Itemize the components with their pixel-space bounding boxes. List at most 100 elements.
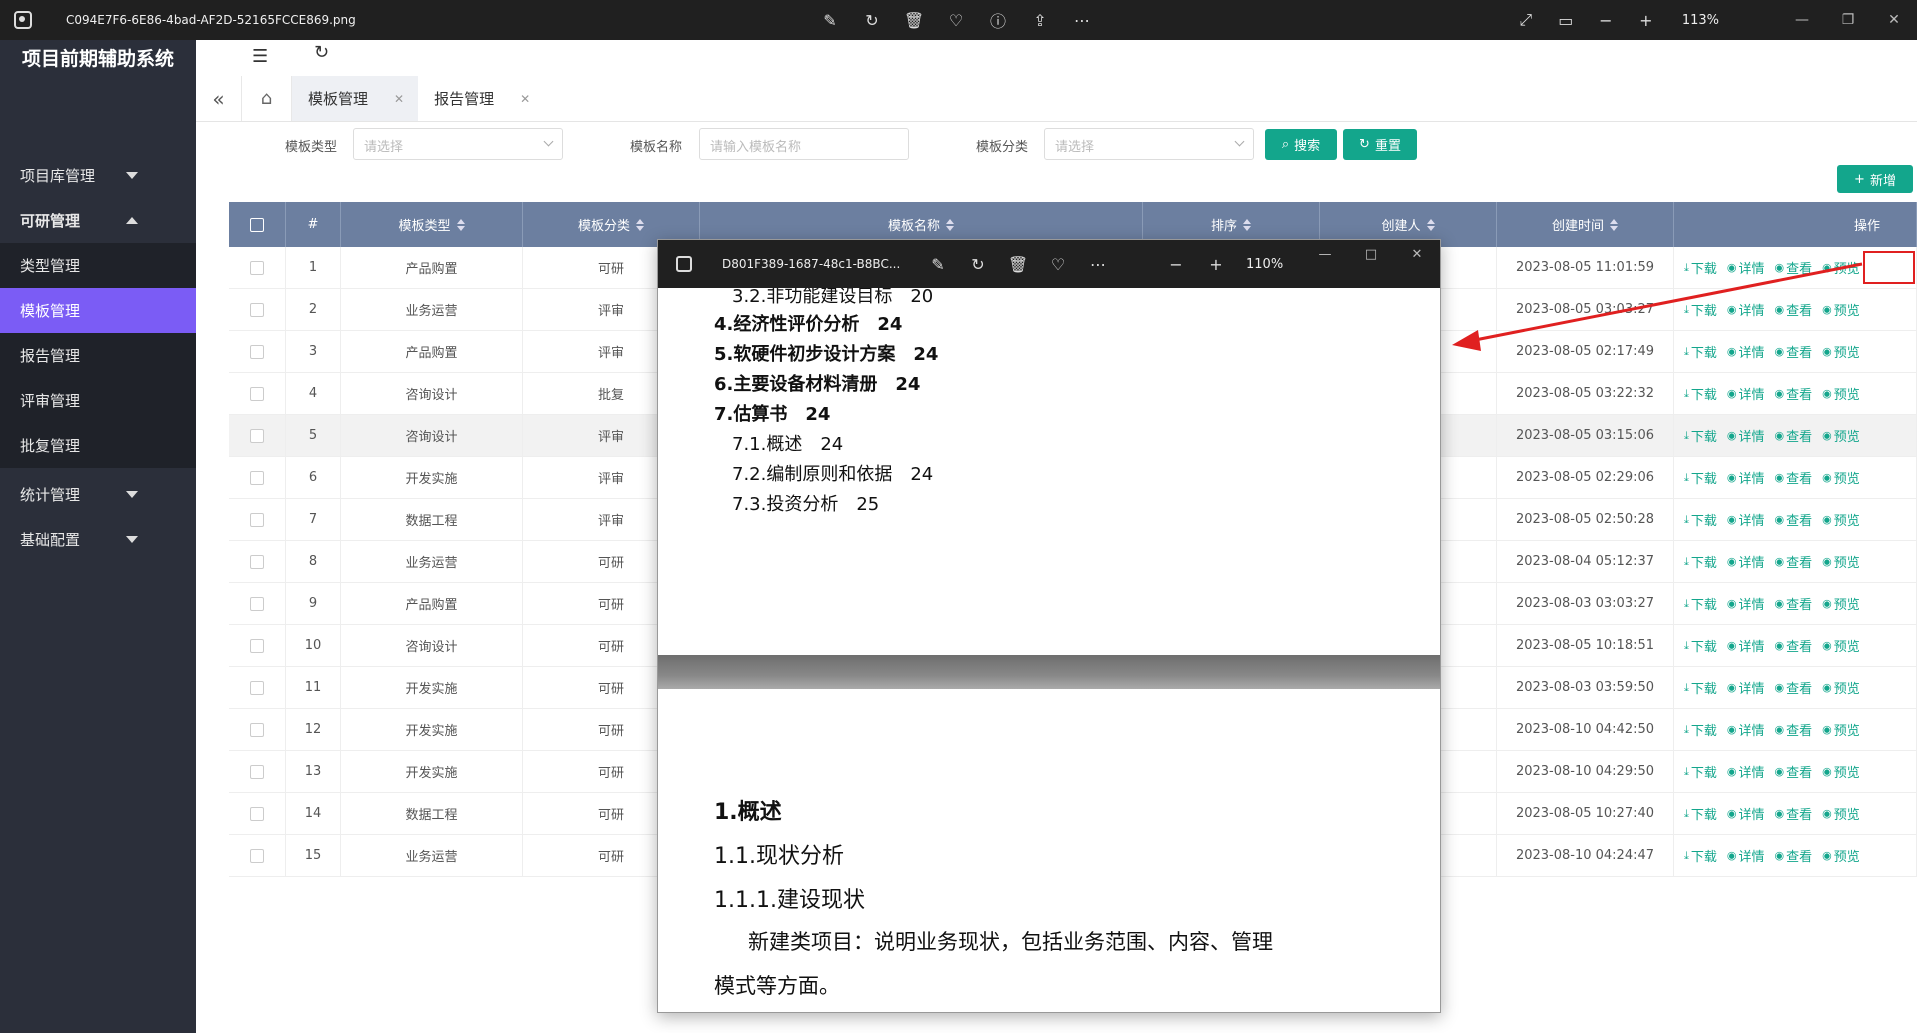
more-icon[interactable]: ⋯ xyxy=(1088,254,1108,274)
preview-button[interactable]: ◉ 预览 xyxy=(1822,804,1860,823)
view-button[interactable]: ◉ 查看 xyxy=(1775,804,1813,823)
view-button[interactable]: ◉ 查看 xyxy=(1775,300,1813,319)
detail-button[interactable]: ◉ 详情 xyxy=(1727,804,1765,823)
detail-button[interactable]: ◉ 详情 xyxy=(1727,384,1765,403)
maximize-icon[interactable]: □ xyxy=(1348,240,1394,268)
row-checkbox[interactable] xyxy=(250,806,264,821)
sidebar-item-base-config[interactable]: 基础配置 xyxy=(0,517,196,562)
preview-button[interactable]: ◉ 预览 xyxy=(1822,678,1860,697)
tab-template-management[interactable]: 模板管理 ✕ xyxy=(292,76,419,121)
download-button[interactable]: ⤓ 下载 xyxy=(1684,510,1717,530)
column-type[interactable]: 模板类型 xyxy=(341,202,523,247)
row-checkbox[interactable] xyxy=(250,764,264,779)
edit-icon[interactable]: ✎ xyxy=(820,10,840,30)
refresh-icon[interactable]: ↻ xyxy=(314,42,329,63)
preview-button[interactable]: ◉ 预览 xyxy=(1822,720,1860,739)
detail-button[interactable]: ◉ 详情 xyxy=(1727,468,1765,487)
download-button[interactable]: ⤓ 下载 xyxy=(1684,720,1717,740)
preview-button[interactable]: ◉ 预览 xyxy=(1822,258,1860,277)
row-checkbox[interactable] xyxy=(250,512,264,527)
detail-button[interactable]: ◉ 详情 xyxy=(1727,552,1765,571)
sidebar-item-template-management[interactable]: 模板管理 xyxy=(0,288,196,333)
view-button[interactable]: ◉ 查看 xyxy=(1775,678,1813,697)
menu-toggle-icon[interactable]: ☰ xyxy=(252,46,268,67)
download-button[interactable]: ⤓ 下载 xyxy=(1684,804,1717,824)
minimize-icon[interactable]: — xyxy=(1302,240,1348,268)
row-checkbox[interactable] xyxy=(250,386,264,401)
rotate-icon[interactable]: ↻ xyxy=(968,254,988,274)
add-button[interactable]: + 新增 xyxy=(1837,165,1913,193)
edit-icon[interactable]: ✎ xyxy=(928,254,948,274)
preview-button[interactable]: ◉ 预览 xyxy=(1822,636,1860,655)
view-button[interactable]: ◉ 查看 xyxy=(1775,720,1813,739)
view-button[interactable]: ◉ 查看 xyxy=(1775,636,1813,655)
row-checkbox[interactable] xyxy=(250,470,264,485)
view-button[interactable]: ◉ 查看 xyxy=(1775,552,1813,571)
minimize-icon[interactable]: — xyxy=(1779,0,1825,40)
close-icon[interactable]: ✕ xyxy=(1394,240,1440,268)
detail-button[interactable]: ◉ 详情 xyxy=(1727,846,1765,865)
select-all-checkbox[interactable] xyxy=(250,217,264,232)
rotate-icon[interactable]: ↻ xyxy=(862,10,882,30)
zoom-in-icon[interactable]: + xyxy=(1636,10,1656,30)
download-button[interactable]: ⤓ 下载 xyxy=(1684,300,1717,320)
view-button[interactable]: ◉ 查看 xyxy=(1775,384,1813,403)
preview-button[interactable]: ◉ 预览 xyxy=(1822,342,1860,361)
row-checkbox[interactable] xyxy=(250,260,264,275)
download-button[interactable]: ⤓ 下载 xyxy=(1684,426,1717,446)
download-button[interactable]: ⤓ 下载 xyxy=(1684,258,1717,278)
view-button[interactable]: ◉ 查看 xyxy=(1775,846,1813,865)
detail-button[interactable]: ◉ 详情 xyxy=(1727,342,1765,361)
fullscreen-icon[interactable]: ⤢ xyxy=(1516,10,1536,30)
view-button[interactable]: ◉ 查看 xyxy=(1775,258,1813,277)
view-button[interactable]: ◉ 查看 xyxy=(1775,594,1813,613)
more-icon[interactable]: ⋯ xyxy=(1072,10,1092,30)
collapse-tabs-icon[interactable]: « xyxy=(196,76,242,121)
preview-button[interactable]: ◉ 预览 xyxy=(1822,300,1860,319)
preview-button[interactable]: ◉ 预览 xyxy=(1822,762,1860,781)
detail-button[interactable]: ◉ 详情 xyxy=(1727,300,1765,319)
download-button[interactable]: ⤓ 下载 xyxy=(1684,762,1717,782)
view-button[interactable]: ◉ 查看 xyxy=(1775,762,1813,781)
close-tab-icon[interactable]: ✕ xyxy=(520,92,530,106)
preview-button[interactable]: ◉ 预览 xyxy=(1822,552,1860,571)
detail-button[interactable]: ◉ 详情 xyxy=(1727,720,1765,739)
sidebar-item-review-management[interactable]: 评审管理 xyxy=(0,378,196,423)
row-checkbox[interactable] xyxy=(250,428,264,443)
restore-icon[interactable]: ❐ xyxy=(1825,0,1871,40)
preview-button[interactable]: ◉ 预览 xyxy=(1822,426,1860,445)
close-tab-icon[interactable]: ✕ xyxy=(394,92,404,106)
zoom-in-icon[interactable]: + xyxy=(1206,254,1226,274)
download-button[interactable]: ⤓ 下载 xyxy=(1684,594,1717,614)
favorite-icon[interactable]: ♡ xyxy=(946,10,966,30)
detail-button[interactable]: ◉ 详情 xyxy=(1727,678,1765,697)
download-button[interactable]: ⤓ 下载 xyxy=(1684,552,1717,572)
row-checkbox[interactable] xyxy=(250,848,264,863)
view-button[interactable]: ◉ 查看 xyxy=(1775,468,1813,487)
tab-report-management[interactable]: 报告管理 ✕ xyxy=(418,76,544,121)
info-icon[interactable]: ⓘ xyxy=(988,10,1008,31)
share-icon[interactable]: ⇪ xyxy=(1030,10,1050,30)
fit-icon[interactable]: ▭ xyxy=(1556,10,1576,30)
download-button[interactable]: ⤓ 下载 xyxy=(1684,846,1717,866)
download-button[interactable]: ⤓ 下载 xyxy=(1684,342,1717,362)
detail-button[interactable]: ◉ 详情 xyxy=(1727,258,1765,277)
download-button[interactable]: ⤓ 下载 xyxy=(1684,636,1717,656)
preview-button[interactable]: ◉ 预览 xyxy=(1822,510,1860,529)
preview-button[interactable]: ◉ 预览 xyxy=(1822,384,1860,403)
search-button[interactable]: ⌕ 搜索 xyxy=(1265,129,1337,160)
sidebar-item-type-management[interactable]: 类型管理 xyxy=(0,243,196,288)
download-button[interactable]: ⤓ 下载 xyxy=(1684,678,1717,698)
row-checkbox[interactable] xyxy=(250,680,264,695)
sidebar-item-statistics[interactable]: 统计管理 xyxy=(0,472,196,517)
detail-button[interactable]: ◉ 详情 xyxy=(1727,426,1765,445)
detail-button[interactable]: ◉ 详情 xyxy=(1727,636,1765,655)
detail-button[interactable]: ◉ 详情 xyxy=(1727,594,1765,613)
preview-button[interactable]: ◉ 预览 xyxy=(1822,594,1860,613)
sidebar-item-approval-management[interactable]: 批复管理 xyxy=(0,423,196,468)
zoom-out-icon[interactable]: − xyxy=(1596,10,1616,30)
column-created[interactable]: 创建时间 xyxy=(1497,202,1674,247)
delete-icon[interactable]: 🗑 xyxy=(904,10,924,30)
row-checkbox[interactable] xyxy=(250,344,264,359)
row-checkbox[interactable] xyxy=(250,638,264,653)
